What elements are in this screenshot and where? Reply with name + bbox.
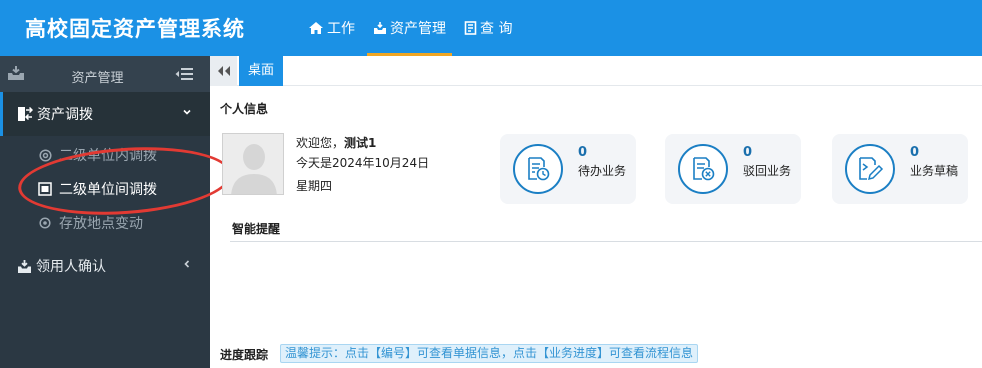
tab-scroll-left-button[interactable] <box>210 56 237 86</box>
sidebar-item-location-change-label: 存放地点变动 <box>59 216 143 232</box>
nav-asset-management-label: 资产管理 <box>390 21 446 37</box>
username: 测试1 <box>344 136 377 150</box>
welcome-text: 欢迎您，测试1 <box>296 134 376 151</box>
nav-query-label: 查 询 <box>480 21 513 37</box>
progress-section-title: 进度跟踪 <box>220 348 269 362</box>
stat-card-rejected[interactable]: 0 驳回业务 <box>665 134 801 204</box>
nav-work[interactable]: 工作 <box>302 0 361 56</box>
stat-card-pending[interactable]: 0 待办业务 <box>500 134 636 204</box>
sidebar: 资产管理 资产调拨 二级单位内调拨 二级单位间调拨 存放地点变动 领用人确认 <box>0 56 210 368</box>
pending-doc-icon <box>513 144 563 194</box>
home-icon <box>309 22 323 34</box>
sidebar-header: 资产管理 <box>0 56 210 92</box>
collapse-menu-icon[interactable] <box>174 66 194 82</box>
stat-rejected-label: 驳回业务 <box>743 164 792 178</box>
nav-work-label: 工作 <box>327 21 355 37</box>
sidebar-item-inter-unit-transfer[interactable]: 二级单位间调拨 <box>0 172 210 206</box>
chevron-left-icon <box>184 260 190 268</box>
tip-badge: 温馨提示：点击【编号】可查看单据信息，点击【业务进度】可查看流程信息 <box>280 344 699 363</box>
transfer-icon <box>18 106 33 121</box>
tab-bar: 桌面 <box>210 56 982 86</box>
top-nav: 工作 资产管理 查 询 <box>302 0 524 56</box>
stat-draft-label: 业务草稿 <box>910 164 959 178</box>
stat-rejected-count: 0 <box>743 145 753 160</box>
sidebar-item-location-change[interactable]: 存放地点变动 <box>0 206 210 240</box>
circle-dot-icon <box>38 217 52 229</box>
app-title: 高校固定资产管理系统 <box>25 17 245 41</box>
sidebar-group-recipient-confirm-label: 领用人确认 <box>36 259 106 275</box>
sidebar-group-asset-transfer-label: 资产调拨 <box>37 107 93 123</box>
profile-section-title: 个人信息 <box>220 102 269 116</box>
stat-pending-label: 待办业务 <box>578 164 627 178</box>
rejected-doc-icon <box>678 144 728 194</box>
nav-query[interactable]: 查 询 <box>458 0 518 56</box>
reminders-section-title: 智能提醒 <box>232 222 281 236</box>
window-icon <box>38 182 52 196</box>
section-divider <box>230 241 982 242</box>
document-icon <box>464 21 477 35</box>
avatar <box>222 133 284 195</box>
main-content: 个人信息 欢迎您，测试1 今天是2024年10月24日 星期四 0 待办业务 0… <box>210 86 982 368</box>
top-bar: 高校固定资产管理系统 工作 资产管理 查 询 <box>0 0 982 56</box>
sidebar-item-intra-unit-transfer-label: 二级单位内调拨 <box>59 148 157 164</box>
stat-card-draft[interactable]: 0 业务草稿 <box>832 134 968 204</box>
sidebar-group-asset-transfer[interactable]: 资产调拨 <box>0 92 210 136</box>
inbox-icon <box>18 259 31 273</box>
weekday-text: 星期四 <box>296 179 333 193</box>
sidebar-group-recipient-confirm[interactable]: 领用人确认 <box>0 244 210 288</box>
chevron-down-icon <box>183 109 191 115</box>
date-text: 今天是2024年10月24日 <box>296 156 430 170</box>
double-arrow-left-icon <box>217 66 230 76</box>
user-silhouette-icon <box>223 134 283 194</box>
tab-desktop[interactable]: 桌面 <box>239 56 284 86</box>
stat-pending-count: 0 <box>578 145 588 160</box>
nav-asset-management[interactable]: 资产管理 <box>367 0 452 56</box>
sidebar-title: 资产管理 <box>71 71 124 86</box>
draft-icon <box>845 144 895 194</box>
stat-draft-count: 0 <box>910 145 920 160</box>
sidebar-item-intra-unit-transfer[interactable]: 二级单位内调拨 <box>0 138 210 172</box>
inbox-icon <box>374 22 386 34</box>
sidebar-item-inter-unit-transfer-label: 二级单位间调拨 <box>59 182 157 198</box>
at-icon <box>38 148 52 162</box>
greeting: 欢迎您， <box>296 136 345 150</box>
